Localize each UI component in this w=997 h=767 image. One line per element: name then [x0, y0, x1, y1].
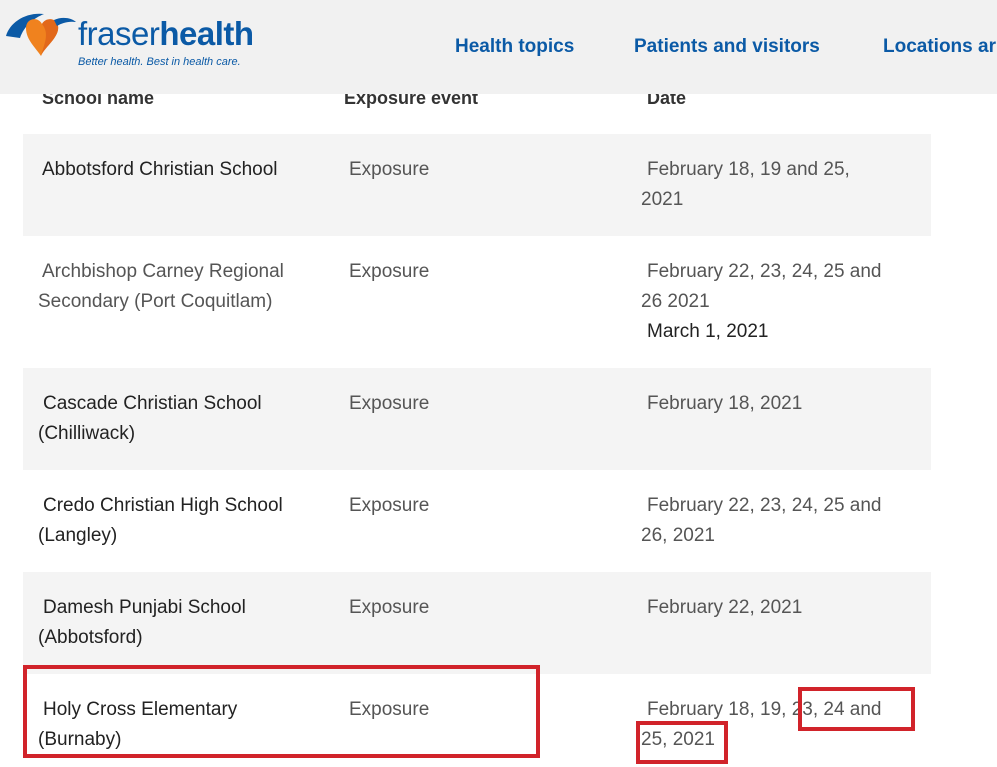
- school-name-line: Archbishop Carney Regional: [42, 261, 284, 282]
- exposure-event-cell: Exposure: [349, 159, 430, 180]
- school-name-line: Damesh Punjabi School: [43, 597, 246, 618]
- school-name-cell: Damesh Punjabi School (Abbotsford): [38, 593, 322, 653]
- date-line: February 22, 23, 24, 25 and: [647, 261, 882, 282]
- table-row: Damesh Punjabi School (Abbotsford) Expos…: [23, 572, 931, 676]
- school-name-line: Abbotsford Christian School: [42, 159, 278, 180]
- main-nav: Health topics Patients and visitors Loca…: [0, 36, 997, 60]
- exposure-event-cell: Exposure: [349, 699, 430, 720]
- school-name-line: Secondary (Port Coquitlam): [38, 291, 273, 312]
- table-row: Cascade Christian School (Chilliwack) Ex…: [23, 368, 931, 472]
- date-line: 25, 2021: [641, 729, 715, 750]
- school-name-line: (Chilliwack): [38, 423, 136, 444]
- nav-item-locations[interactable]: Locations ar: [883, 36, 996, 58]
- nav-item-patients-and-visitors[interactable]: Patients and visitors: [634, 36, 820, 58]
- school-name-cell: Abbotsford Christian School: [42, 155, 322, 185]
- date-line: February 18, 2021: [647, 393, 803, 414]
- table-row: Archbishop Carney Regional Secondary (Po…: [23, 236, 931, 370]
- date-cell: February 18, 19 and 25, 2021: [641, 155, 917, 215]
- page: School name Exposure event Date Abbotsfo…: [0, 0, 997, 767]
- date-line: March 1, 2021: [647, 321, 769, 342]
- school-name-cell: Holy Cross Elementary (Burnaby): [38, 695, 322, 755]
- school-name-cell: Archbishop Carney Regional Secondary (Po…: [38, 257, 322, 317]
- date-cell: February 22, 23, 24, 25 and 26, 2021: [641, 491, 917, 551]
- exposure-event-cell: Exposure: [349, 261, 430, 282]
- date-cell: February 18, 19, 23, 24 and 25, 2021: [641, 695, 917, 755]
- school-name-line: Credo Christian High School: [43, 495, 283, 516]
- school-name-line: (Abbotsford): [38, 627, 143, 648]
- date-cell: February 18, 2021: [647, 389, 917, 419]
- exposure-event-cell: Exposure: [349, 495, 430, 516]
- school-name-cell: Credo Christian High School (Langley): [38, 491, 322, 551]
- school-name-line: (Burnaby): [38, 729, 122, 750]
- date-line: 2021: [641, 189, 684, 210]
- site-header: fraserhealth Better health. Best in heal…: [0, 0, 997, 94]
- date-cell: February 22, 23, 24, 25 and 26 2021 Marc…: [641, 257, 917, 347]
- table-row: Holy Cross Elementary (Burnaby) Exposure…: [23, 674, 931, 767]
- nav-item-health-topics[interactable]: Health topics: [455, 36, 574, 58]
- school-name-line: Cascade Christian School: [43, 393, 262, 414]
- school-name-cell: Cascade Christian School (Chilliwack): [38, 389, 322, 449]
- date-line: February 18, 19 and 25,: [647, 159, 850, 180]
- table-row: Abbotsford Christian School Exposure Feb…: [23, 134, 931, 238]
- school-name-line: (Langley): [38, 525, 118, 546]
- table-row: Credo Christian High School (Langley) Ex…: [23, 470, 931, 574]
- date-line: February 22, 2021: [647, 597, 803, 618]
- date-line: February 22, 23, 24, 25 and: [647, 495, 882, 516]
- date-line: 26 2021: [641, 291, 710, 312]
- date-line: 26, 2021: [641, 525, 715, 546]
- exposure-event-cell: Exposure: [349, 393, 430, 414]
- school-name-line: Holy Cross Elementary: [43, 699, 238, 720]
- date-cell: February 22, 2021: [647, 593, 917, 623]
- exposure-event-cell: Exposure: [349, 597, 430, 618]
- date-line: February 18, 19, 23, 24 and: [647, 699, 882, 720]
